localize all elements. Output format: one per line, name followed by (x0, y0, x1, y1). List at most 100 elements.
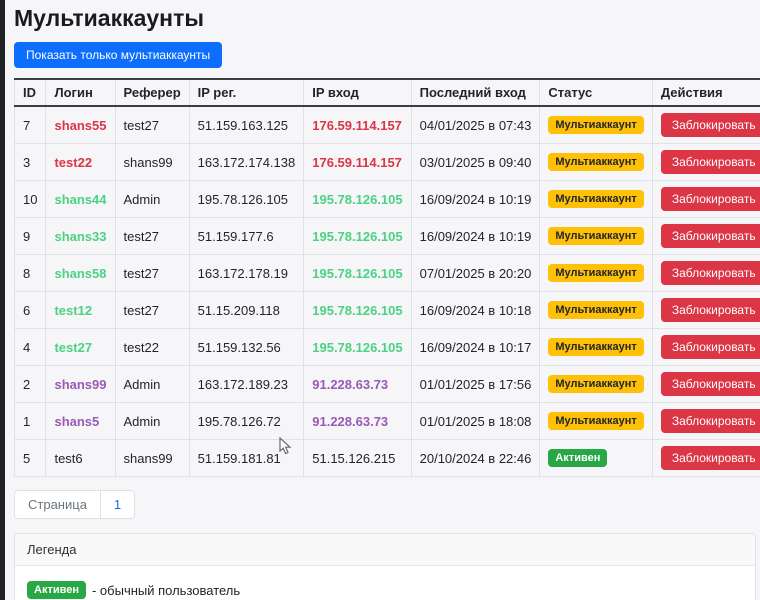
status-badge[interactable]: Мультиаккаунт (548, 189, 644, 209)
legend-title: Легенда (15, 534, 755, 566)
legend-items: Активен- обычный пользовательМультиаккау… (27, 581, 743, 600)
block-button[interactable]: Заблокировать (660, 187, 760, 211)
sidebar-edge (0, 0, 5, 600)
cell-last-login: 20/10/2024 в 22:46 (410, 439, 541, 477)
table-row: 5 test6 shans99 51.159.181.81 51.15.126.215 2… (13, 439, 760, 477)
cell-actions: Заблокировать (651, 143, 760, 181)
table-row: 3 test22 shans99 163.172.174.138 176.59.114.… (13, 143, 760, 181)
cell-actions: Заблокировать (651, 254, 760, 292)
cell-actions: Заблокировать (651, 328, 760, 366)
block-button[interactable]: Заблокировать (660, 298, 760, 322)
cell-last-login: 04/01/2025 в 07:43 (410, 105, 541, 144)
cell-referrer: Admin (114, 402, 190, 440)
cell-actions: Заблокировать (651, 217, 760, 255)
cell-referrer: test22 (114, 328, 190, 366)
cell-ip-reg: 51.159.177.6 (188, 217, 305, 255)
status-badge[interactable]: Мультиаккаунт (548, 152, 644, 172)
cell-login: shans44 (45, 180, 116, 218)
table-row: 6 test12 test27 51.15.209.118 195.78.126.105… (13, 291, 760, 329)
cell-ip-login: 51.15.126.215 (303, 439, 412, 477)
table-row: 8 shans58 test27 163.172.178.19 195.78.126.1… (13, 254, 760, 292)
cell-login: test6 (45, 439, 116, 477)
cell-referrer: shans99 (114, 143, 190, 181)
cell-id: 7 (13, 105, 47, 144)
main-content: Мультиаккаунты Показать только мультиакк… (5, 0, 760, 600)
cell-id: 5 (13, 439, 47, 477)
cell-referrer: Admin (114, 365, 190, 403)
cell-login: shans58 (45, 254, 116, 292)
pagination-page-1[interactable]: 1 (99, 490, 136, 519)
cell-referrer: test27 (114, 254, 190, 292)
cell-ip-login: 176.59.114.157 (303, 105, 412, 144)
block-button[interactable]: Заблокировать (660, 409, 760, 433)
cell-status: Мультиаккаунт (539, 254, 653, 292)
cell-login: shans99 (45, 365, 116, 403)
status-badge[interactable]: Мультиаккаунт (548, 115, 644, 135)
status-badge[interactable]: Мультиаккаунт (548, 337, 644, 357)
block-button[interactable]: Заблокировать (660, 446, 760, 470)
table-header: ID Логин Реферер IP рег. IP вход Последн… (13, 78, 760, 107)
cell-actions: Заблокировать (651, 105, 760, 144)
cell-ip-reg: 51.159.132.56 (188, 328, 305, 366)
cell-status: Активен (539, 439, 653, 477)
cell-id: 9 (13, 217, 47, 255)
cell-ip-reg: 195.78.126.72 (188, 402, 305, 440)
cell-last-login: 03/01/2025 в 09:40 (410, 143, 541, 181)
legend-item: Активен - обычный пользователь (27, 581, 743, 600)
cell-last-login: 16/09/2024 в 10:17 (410, 328, 541, 366)
cell-status: Мультиаккаунт (539, 143, 653, 181)
cell-id: 10 (13, 180, 47, 218)
status-badge[interactable]: Мультиаккаунт (548, 411, 644, 431)
cell-status: Мультиаккаунт (539, 217, 653, 255)
cell-ip-reg: 163.172.174.138 (188, 143, 305, 181)
table-row: 7 shans55 test27 51.159.163.125 176.59.114.1… (13, 105, 760, 144)
table-row: 2 shans99 Admin 163.172.189.23 91.228.63.73 0… (13, 365, 760, 403)
block-button[interactable]: Заблокировать (660, 261, 760, 285)
block-button[interactable]: Заблокировать (660, 150, 760, 174)
cell-ip-login: 195.78.126.105 (303, 180, 412, 218)
status-badge[interactable]: Мультиаккаунт (548, 300, 644, 320)
cell-id: 4 (13, 328, 47, 366)
cell-ip-reg: 163.172.189.23 (188, 365, 305, 403)
cell-actions: Заблокировать (651, 180, 760, 218)
status-badge[interactable]: Мультиаккаунт (548, 226, 644, 246)
cell-login: shans33 (45, 217, 116, 255)
cell-referrer: test27 (114, 291, 190, 329)
cell-status: Мультиаккаунт (539, 105, 653, 144)
cell-last-login: 07/01/2025 в 20:20 (410, 254, 541, 292)
table-row: 9 shans33 test27 51.159.177.6 195.78.126.105… (13, 217, 760, 255)
cell-actions: Заблокировать (651, 402, 760, 440)
cell-login: test27 (45, 328, 116, 366)
status-badge[interactable]: Мультиаккаунт (548, 374, 644, 394)
page-title: Мультиаккаунты (14, 5, 204, 31)
accounts-table-body: 7 shans55 test27 51.159.163.125 176.59.114.1… (13, 105, 760, 477)
cell-referrer: Admin (114, 180, 190, 218)
cell-ip-reg: 51.159.181.81 (188, 439, 305, 477)
cell-last-login: 16/09/2024 в 10:19 (410, 217, 541, 255)
cell-ip-login: 195.78.126.105 (303, 254, 412, 292)
block-button[interactable]: Заблокировать (660, 224, 760, 248)
cell-status: Мультиаккаунт (539, 328, 653, 366)
legend-item-text: - обычный пользователь (91, 582, 241, 598)
cell-actions: Заблокировать (651, 291, 760, 329)
block-button[interactable]: Заблокировать (660, 113, 760, 137)
cell-id: 8 (13, 254, 47, 292)
status-badge[interactable]: Мультиаккаунт (548, 263, 644, 283)
header-status: Статус (539, 78, 653, 107)
header-ip-login: IP вход (303, 78, 412, 107)
cell-last-login: 01/01/2025 в 18:08 (410, 402, 541, 440)
status-badge[interactable]: Активен (548, 448, 608, 468)
cell-actions: Заблокировать (651, 365, 760, 403)
header-referrer: Реферер (114, 78, 190, 107)
cell-id: 6 (13, 291, 47, 329)
cell-last-login: 01/01/2025 в 17:56 (410, 365, 541, 403)
cell-id: 2 (13, 365, 47, 403)
table-row: 10 shans44 Admin 195.78.126.105 195.78.126.1… (13, 180, 760, 218)
cell-ip-login: 176.59.114.157 (303, 143, 412, 181)
show-multiaccounts-button[interactable]: Показать только мультиаккаунты (14, 42, 223, 68)
cell-status: Мультиаккаунт (539, 291, 653, 329)
block-button[interactable]: Заблокировать (660, 335, 760, 359)
block-button[interactable]: Заблокировать (660, 372, 760, 396)
legend-body: Активен- обычный пользовательМультиаккау… (15, 566, 755, 600)
cell-login: test22 (45, 143, 116, 181)
